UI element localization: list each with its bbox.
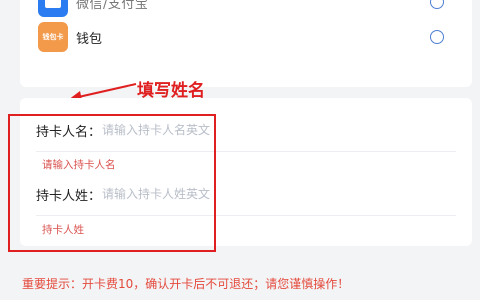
- first-name-error: 请输入持卡人名: [42, 159, 116, 171]
- important-notice: 重要提示：开卡费10，确认开卡后不可退还；请您谨慎操作！: [22, 277, 350, 291]
- wallet-icon-text: 钱包卡: [42, 33, 64, 41]
- divider: [36, 215, 456, 216]
- payment-radio-button[interactable]: [430, 30, 444, 44]
- first-name-label: 持卡人名：: [36, 124, 102, 140]
- divider: [36, 151, 456, 152]
- payment-app-icon: [38, 0, 68, 17]
- last-name-label: 持卡人姓：: [36, 188, 102, 204]
- last-name-field-row: 持卡人姓：: [36, 182, 220, 206]
- payment-option-label: 钱包: [76, 31, 103, 47]
- payment-option-label: 微信/支付宝: [76, 0, 149, 12]
- last-name-error: 持卡人姓: [42, 224, 84, 236]
- payment-option-alipay-wechat[interactable]: 微信/支付宝: [38, 0, 444, 18]
- payment-option-wallet[interactable]: 钱包卡 钱包: [38, 21, 444, 53]
- payment-radio-button[interactable]: [430, 0, 444, 9]
- payment-methods-card: 微信/支付宝 钱包卡 钱包: [20, 0, 472, 87]
- last-name-input[interactable]: [102, 187, 220, 201]
- wallet-icon: 钱包卡: [38, 22, 68, 52]
- cardholder-form-card: 持卡人名： 请输入持卡人名 持卡人姓： 持卡人姓: [20, 98, 472, 246]
- first-name-input[interactable]: [102, 123, 220, 137]
- first-name-field-row: 持卡人名：: [36, 118, 220, 142]
